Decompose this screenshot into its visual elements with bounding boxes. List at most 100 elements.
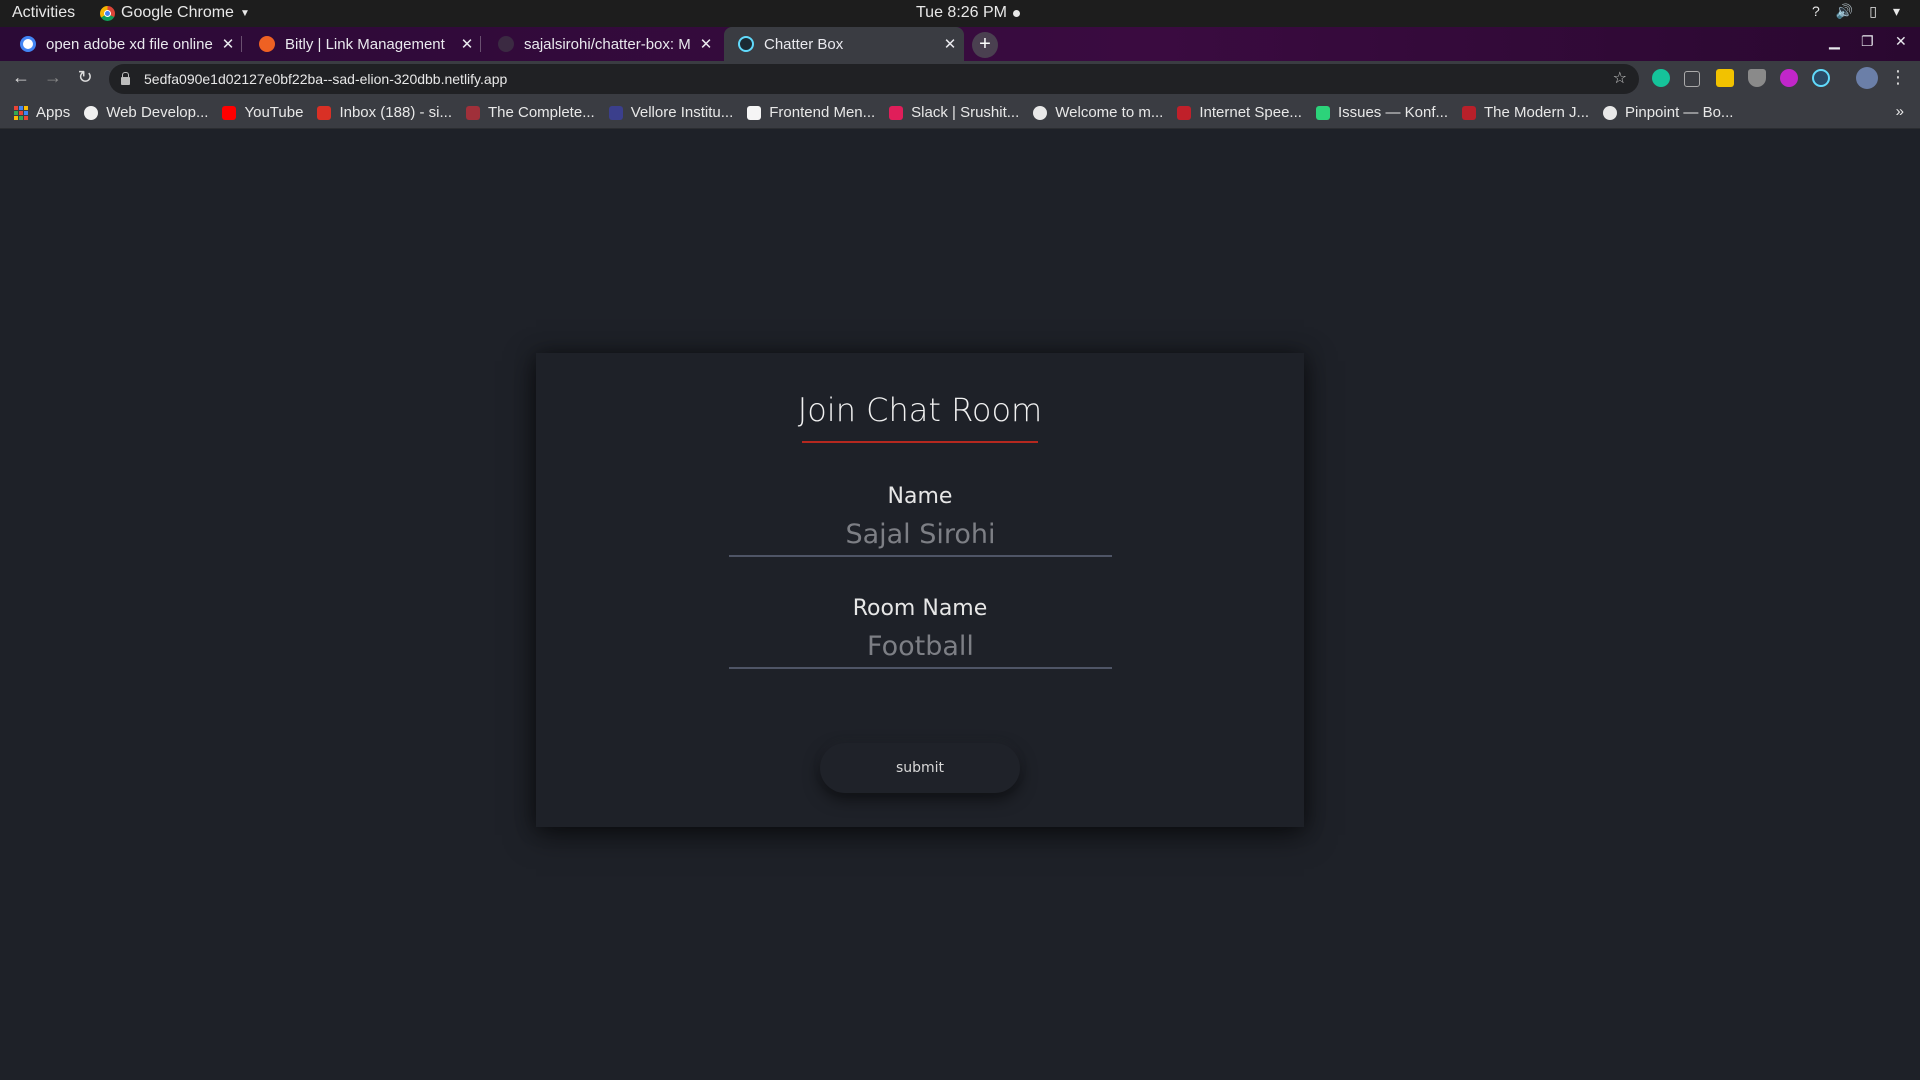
close-tab-icon[interactable]: ✕ [214,35,242,53]
page-content: Join Chat Room Name Room Name submit [0,129,1920,1080]
close-window-icon[interactable]: ✕ [1895,33,1907,50]
tab-adobe-xd[interactable]: open adobe xd file online ✕ [6,27,242,61]
clock[interactable]: Tue 8:26 PM [916,4,1021,22]
bookmarks-bar: Apps Web Develop... YouTube Inbox (188) … [0,97,1920,129]
system-tray[interactable]: ? 🔊 ▯ ▾ [1812,3,1900,20]
bookmark-modern-js[interactable]: The Modern J... [1461,104,1590,121]
lock-icon[interactable] [121,72,130,85]
bookmark-apps[interactable]: Apps [14,104,70,121]
bookmark-label: YouTube [244,104,304,121]
minimize-icon[interactable]: ▁ [1829,33,1840,50]
bookmark-label: Issues — Konf... [1337,104,1448,121]
room-name-input[interactable] [729,625,1112,669]
bookmark-vellore[interactable]: Vellore Institu... [608,104,734,121]
apps-grid-icon [14,105,28,120]
page-title: Join Chat Room [797,391,1043,429]
konfig-icon [1315,105,1330,120]
profile-avatar[interactable] [1856,67,1878,89]
tab-title: sajalsirohi/chatter-box: M [524,35,691,53]
notification-dot-icon [1013,9,1021,17]
tab-github[interactable]: sajalsirohi/chatter-box: M ✕ [484,27,720,61]
bookmark-label: Internet Spee... [1199,104,1302,121]
youtube-icon [222,105,237,120]
help-icon[interactable]: ? [1812,3,1820,20]
address-bar[interactable]: 5edfa090e1d02127e0bf22ba--sad-elion-320d… [109,64,1639,94]
tab-title: open adobe xd file online [46,35,213,53]
web-icon [84,105,99,120]
url-text[interactable]: 5edfa090e1d02127e0bf22ba--sad-elion-320d… [144,71,507,87]
udemy-icon [465,105,480,120]
globe-icon [1033,105,1048,120]
close-tab-icon[interactable]: ✕ [936,35,964,53]
title-underline [802,441,1038,443]
grammarly-icon[interactable] [1652,69,1670,87]
bookmark-issues[interactable]: Issues — Konf... [1315,104,1448,121]
kebab-menu-icon[interactable]: ⋮ [1886,67,1910,88]
bookmark-inbox[interactable]: Inbox (188) - si... [317,104,452,121]
forward-icon[interactable]: → [41,67,65,88]
bookmark-star-icon[interactable]: ☆ [1613,68,1627,88]
google-icon [20,36,36,52]
bookmark-frontend-mentor[interactable]: Frontend Men... [747,104,875,121]
notes-extension-icon[interactable] [1716,69,1734,87]
chrome-icon [100,5,115,21]
react-devtools-icon[interactable] [1812,69,1830,87]
pen-extension-icon[interactable] [1684,71,1700,87]
gmail-icon [317,105,332,120]
bookmark-label: Inbox (188) - si... [339,104,452,121]
bookmark-pinpoint[interactable]: Pinpoint — Bo... [1603,104,1733,121]
bookmark-label: Slack | Srushit... [911,104,1020,121]
bitly-icon [259,36,275,52]
bookmark-label: Welcome to m... [1055,104,1164,121]
bookmark-label: Web Develop... [106,104,209,121]
join-room-card: Join Chat Room Name Room Name submit [536,353,1304,827]
activities-button[interactable]: Activities [12,4,75,22]
bookmark-slack[interactable]: Slack | Srushit... [889,104,1019,121]
tab-title: Chatter Box [764,35,844,53]
bookmark-web-develop[interactable]: Web Develop... [84,104,208,121]
bookmark-label: Frontend Men... [769,104,876,121]
bookmark-youtube[interactable]: YouTube [222,104,303,121]
battery-icon[interactable]: ▯ [1869,3,1877,20]
bookmark-welcome[interactable]: Welcome to m... [1033,104,1163,121]
javascript-info-icon [1461,105,1476,120]
speedtest-icon [1177,105,1192,120]
github-icon [498,36,514,52]
maximize-icon[interactable]: ❐ [1861,33,1874,50]
shield-extension-icon[interactable] [1748,69,1766,87]
name-label: Name [887,484,953,509]
clock-text: Tue 8:26 PM [916,4,1008,21]
bookmark-complete[interactable]: The Complete... [465,104,595,121]
volume-icon[interactable]: 🔊 [1836,3,1853,20]
new-tab-button[interactable]: + [972,32,998,58]
caret-down-icon: ▼ [239,7,250,19]
app-menu[interactable]: Google Chrome ▼ [100,4,250,22]
bookmark-label: Apps [36,104,71,121]
tab-chatter-box[interactable]: Chatter Box ✕ [724,27,964,61]
globe-icon [1603,105,1618,120]
more-bookmarks-icon[interactable]: » [1896,103,1904,120]
back-icon[interactable]: ← [9,67,33,88]
close-tab-icon[interactable]: ✕ [453,35,481,53]
name-input[interactable] [729,513,1112,557]
vit-icon [608,105,623,120]
bookmark-label: The Complete... [487,104,595,121]
tab-separator [241,36,242,52]
bookmark-label: Vellore Institu... [630,104,734,121]
tab-separator [480,36,481,52]
slack-icon [889,105,904,120]
color-picker-extension-icon[interactable] [1780,69,1798,87]
bookmark-internet-speed[interactable]: Internet Spee... [1177,104,1302,121]
reload-icon[interactable]: ↻ [73,67,97,88]
bookmark-label: Pinpoint — Bo... [1625,104,1734,121]
submit-button[interactable]: submit [820,743,1020,793]
react-icon [738,36,754,52]
tab-bitly[interactable]: Bitly | Link Management ✕ [245,27,481,61]
tab-strip: open adobe xd file online ✕ Bitly | Link… [0,27,1920,61]
browser-toolbar: ← → ↻ 5edfa090e1d02127e0bf22ba--sad-elio… [0,61,1920,97]
bookmark-label: The Modern J... [1483,104,1590,121]
room-name-label: Room Name [852,596,988,621]
close-tab-icon[interactable]: ✕ [692,35,720,53]
frontend-mentor-icon [747,105,762,120]
menu-caret-icon[interactable]: ▾ [1893,3,1900,20]
